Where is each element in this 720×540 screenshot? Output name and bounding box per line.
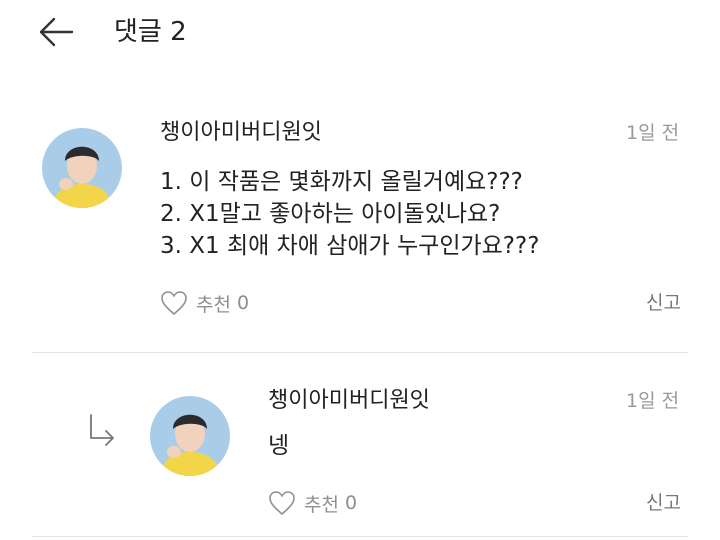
heart-icon <box>268 490 296 516</box>
like-count: 0 <box>236 292 250 314</box>
reply-text: 넹 <box>268 433 290 459</box>
avatar[interactable] <box>150 396 230 476</box>
comment-author[interactable]: 챙이아미버디원잇 <box>160 118 322 148</box>
reply-arrow-icon <box>86 412 118 446</box>
page-title: 댓글 2 <box>114 17 187 47</box>
comment-timestamp: 1일 전 <box>626 122 680 144</box>
comment-text-line: 3. X1 최애 차애 삼애가 누구인가요??? <box>160 233 540 259</box>
top-bar: 댓글 2 <box>0 0 720 70</box>
like-count: 0 <box>344 492 358 514</box>
like-label: 추천 <box>304 493 339 516</box>
report-button[interactable]: 신고 <box>646 490 681 516</box>
like-label: 추천 <box>196 293 231 316</box>
comment-text-line: 2. X1말고 좋아하는 아이돌있나요? <box>160 201 501 227</box>
like-button[interactable]: 추천 0 <box>268 488 357 518</box>
like-button[interactable]: 추천 0 <box>160 288 249 318</box>
divider <box>32 352 688 353</box>
comment-text-line: 1. 이 작품은 몇화까지 올릴거예요??? <box>160 169 523 195</box>
reply-timestamp: 1일 전 <box>626 390 680 412</box>
heart-icon <box>160 290 188 316</box>
divider <box>32 536 688 537</box>
avatar[interactable] <box>42 128 122 208</box>
back-arrow-icon[interactable] <box>36 14 76 50</box>
reply-author[interactable]: 챙이아미버디원잇 <box>268 386 430 416</box>
report-button[interactable]: 신고 <box>646 290 681 316</box>
